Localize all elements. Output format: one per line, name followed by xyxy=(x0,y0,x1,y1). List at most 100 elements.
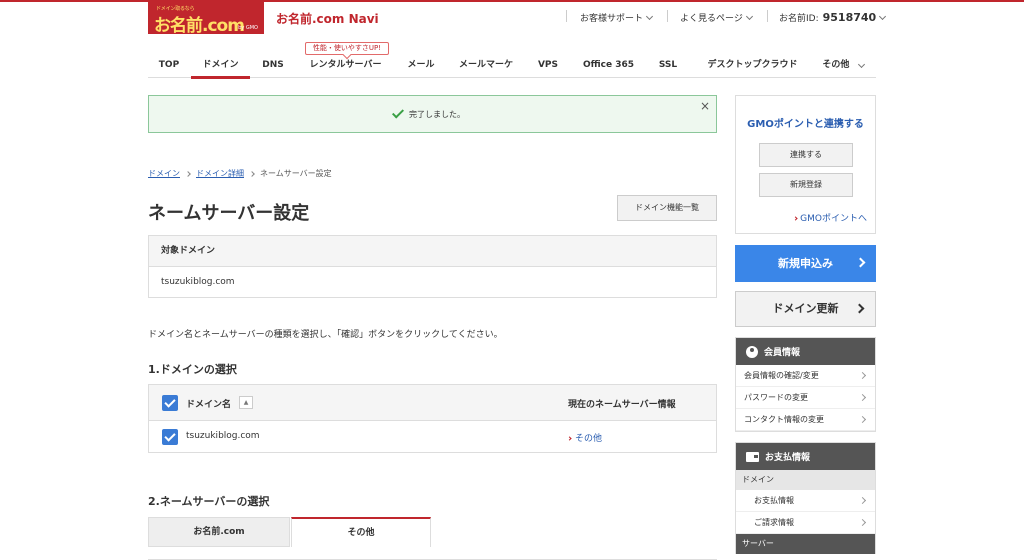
breadcrumb-domain-detail[interactable]: ドメイン詳細 xyxy=(196,168,244,179)
promo-badge: 性能・使いやすさUP! xyxy=(305,42,389,55)
alert-message: 完了しました。 xyxy=(409,110,465,119)
support-menu[interactable]: お客様サポート xyxy=(580,11,654,24)
tab-other-ns[interactable]: その他 xyxy=(291,517,431,547)
user-id-value: 9518740 xyxy=(822,11,877,24)
chevron-right-icon xyxy=(185,170,191,177)
breadcrumb-domain[interactable]: ドメイン xyxy=(148,168,180,179)
new-application-button[interactable]: 新規申込み xyxy=(735,245,876,282)
domain-table: ドメイン名 ▲ 現在のネームサーバー情報 tsuzukiblog.com その他 xyxy=(148,384,717,453)
faq-menu[interactable]: よく見るページ xyxy=(680,11,753,24)
chevron-right-icon xyxy=(858,518,867,527)
member-info-heading: 会員情報 xyxy=(736,338,875,365)
sort-icon[interactable]: ▲ xyxy=(239,396,253,409)
section-domain-select-title: 1.ドメインの選択 xyxy=(148,363,237,376)
instruction-text: ドメイン名とネームサーバーの種類を選択し、「確認」ボタンをクリックしてください。 xyxy=(148,330,503,340)
tab-top[interactable]: TOP xyxy=(148,52,190,78)
breadcrumb: ドメイン ドメイン詳細 ネームサーバー設定 xyxy=(148,168,332,179)
chevron-down-icon xyxy=(645,12,654,20)
app-title: お名前.com Navi xyxy=(276,12,379,26)
page-title: ネームサーバー設定 xyxy=(148,203,310,224)
member-info-menu: 会員情報 会員情報の確認/変更 パスワードの変更 コンタクト情報の変更 xyxy=(735,337,876,432)
menu-item-label: 会員情報の確認/変更 xyxy=(744,371,819,380)
chevron-right-icon xyxy=(855,257,866,268)
domain-function-list-button[interactable]: ドメイン機能一覧 xyxy=(617,195,717,221)
row-nameserver-label: その他 xyxy=(575,434,603,444)
user-icon xyxy=(746,345,758,358)
tab-mail-marketing[interactable]: メールマーケ xyxy=(451,52,521,78)
menu-item-label: ご請求情報 xyxy=(754,518,794,527)
menu-item-password[interactable]: パスワードの変更 xyxy=(736,387,875,409)
row-domain-name: tsuzukiblog.com xyxy=(186,431,260,441)
logo-text: お名前.com xyxy=(154,16,245,34)
chevron-right-icon xyxy=(858,371,867,380)
chevron-down-icon xyxy=(857,60,865,69)
tab-office365[interactable]: Office 365 xyxy=(576,52,641,78)
user-id-menu[interactable]: お名前ID: 9518740 xyxy=(779,11,887,24)
check-icon xyxy=(391,106,405,119)
payment-info-heading: お支払情報 xyxy=(736,443,875,470)
new-application-label: 新規申込み xyxy=(778,257,833,270)
domain-renew-label: ドメイン更新 xyxy=(772,302,839,315)
header-divider xyxy=(667,10,668,22)
tab-mail[interactable]: メール xyxy=(396,52,446,78)
col-nameserver-info: 現在のネームサーバー情報 xyxy=(568,400,676,410)
payment-info-menu: お支払情報 ドメイン お支払情報 ご請求情報 サーバー xyxy=(735,442,876,554)
tab-domain[interactable]: ドメイン xyxy=(191,52,250,79)
header-divider xyxy=(566,10,567,22)
tab-vps[interactable]: VPS xyxy=(528,52,568,78)
domain-renew-button[interactable]: ドメイン更新 xyxy=(735,291,876,327)
logo-sub: by GMO xyxy=(238,25,258,31)
nameserver-tabs: お名前.com その他 xyxy=(148,515,717,560)
row-nameserver-link[interactable]: その他 xyxy=(567,431,603,444)
target-domain-heading: 対象ドメイン xyxy=(149,236,716,267)
header-divider xyxy=(767,10,768,22)
table-header: ドメイン名 ▲ 現在のネームサーバー情報 xyxy=(149,385,716,421)
member-info-title: 会員情報 xyxy=(764,348,801,358)
gmo-point-title: GMOポイントと連携する xyxy=(747,119,864,130)
tab-other-label: その他 xyxy=(822,60,850,70)
gmo-point-panel: GMOポイントと連携する 連携する 新規登録 GMOポイントへ xyxy=(735,95,876,234)
menu-item-label: パスワードの変更 xyxy=(744,393,808,402)
onamae-logo[interactable]: ドメイン取るなら お名前.com by GMO xyxy=(148,2,264,34)
select-all-checkbox[interactable] xyxy=(162,395,178,411)
table-row: tsuzukiblog.com その他 xyxy=(149,421,716,453)
menu-item-billing-info[interactable]: ご請求情報 xyxy=(736,512,875,534)
tab-desktop-cloud[interactable]: デスクトップクラウド xyxy=(695,52,810,78)
tab-other[interactable]: その他 xyxy=(818,52,868,78)
menu-item-label: お支払情報 xyxy=(754,496,794,505)
target-domain-value: tsuzukiblog.com xyxy=(161,277,235,287)
menu-item-label: コンタクト情報の変更 xyxy=(744,415,824,424)
menu-item-contact[interactable]: コンタクト情報の変更 xyxy=(736,409,875,431)
chevron-down-icon xyxy=(745,12,753,20)
section-nameserver-select-title: 2.ネームサーバーの選択 xyxy=(148,495,270,508)
main-nav: TOP ドメイン DNS レンタルサーバー メール メールマーケ VPS Off… xyxy=(148,52,876,79)
close-icon[interactable]: × xyxy=(700,99,710,113)
faq-label: よく見るページ xyxy=(680,14,743,24)
gmo-point-link[interactable]: GMOポイントへ xyxy=(793,211,867,224)
tab-onamae-ns[interactable]: お名前.com xyxy=(148,517,290,547)
payment-info-title: お支払情報 xyxy=(765,453,811,463)
tab-ssl[interactable]: SSL xyxy=(650,52,686,78)
col-domain-name: ドメイン名 xyxy=(186,400,232,410)
payment-sub-domain: ドメイン xyxy=(736,470,875,490)
register-button[interactable]: 新規登録 xyxy=(759,173,853,197)
support-label: お客様サポート xyxy=(580,14,644,24)
user-id-label: お名前ID: xyxy=(779,14,819,24)
tab-dns[interactable]: DNS xyxy=(251,52,295,78)
breadcrumb-current: ネームサーバー設定 xyxy=(260,169,332,178)
success-alert: 完了しました。 × xyxy=(148,95,717,133)
chevron-down-icon xyxy=(879,12,887,20)
menu-item-payment-info[interactable]: お支払情報 xyxy=(736,490,875,512)
chevron-right-icon xyxy=(854,303,865,314)
chevron-right-icon xyxy=(249,170,255,177)
payment-sub-server: サーバー xyxy=(736,534,875,554)
chevron-right-icon xyxy=(567,436,572,441)
wallet-icon xyxy=(746,451,759,462)
link-button[interactable]: 連携する xyxy=(759,143,853,167)
chevron-right-icon xyxy=(858,393,867,402)
target-domain-box: 対象ドメイン tsuzukiblog.com xyxy=(148,235,717,298)
chevron-right-icon xyxy=(858,496,867,505)
chevron-right-icon xyxy=(858,415,867,424)
menu-item-member-edit[interactable]: 会員情報の確認/変更 xyxy=(736,365,875,387)
row-checkbox[interactable] xyxy=(162,429,178,445)
